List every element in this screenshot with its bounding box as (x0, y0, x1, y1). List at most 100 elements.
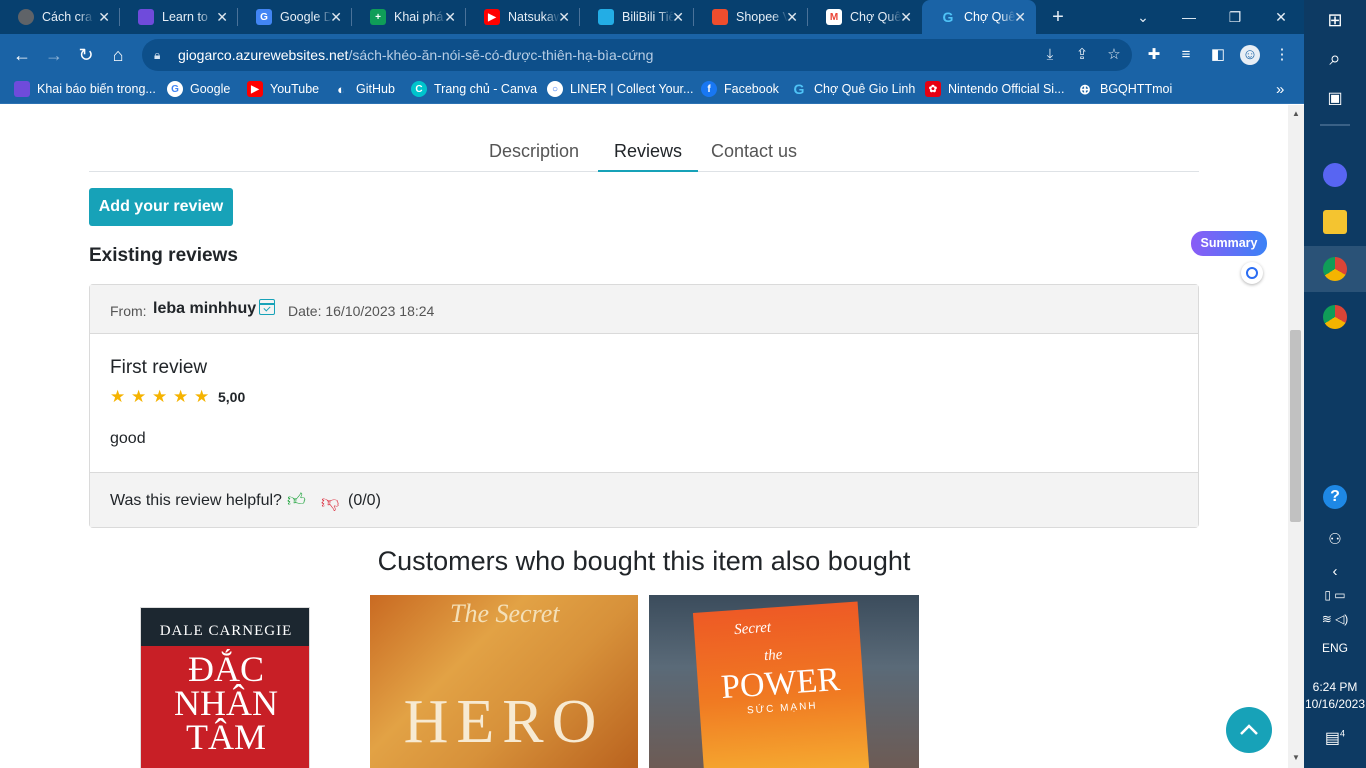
address-bar[interactable]: 🔒︎ giogarco.azurewebsites.net/sách-khéo-… (142, 39, 1132, 71)
book-cover-power[interactable]: Secret the POWER SỨC MẠNH (649, 595, 919, 768)
browser-tab[interactable]: G Google Dịch ✕ (238, 0, 352, 34)
menu-icon[interactable]: ⋮ (1272, 45, 1292, 65)
shopee-icon (712, 9, 728, 25)
page-scrollbar[interactable]: ▲ ▼ (1288, 105, 1304, 768)
scroll-thumb[interactable] (1290, 330, 1301, 522)
bookmark-item[interactable]: Khai báo biến trong... (14, 81, 156, 97)
profile-avatar[interactable]: ☺ (1240, 45, 1260, 65)
bookmark-item[interactable]: f Facebook (701, 81, 779, 97)
bookmark-item[interactable]: C Trang chủ - Canva (411, 81, 537, 97)
browser-tab[interactable]: + Khai phá ✕ (352, 0, 466, 34)
browser-tab[interactable]: Shopee Việt ✕ (694, 0, 808, 34)
system-tray-icons[interactable]: ▯ ▭ (1304, 588, 1366, 602)
calendar-icon (259, 299, 275, 315)
summary-badge[interactable]: Summary (1191, 231, 1267, 256)
windows-start-icon[interactable]: ⊞ (1304, 10, 1366, 31)
forward-icon[interactable]: → (41, 42, 67, 68)
scroll-to-top-button[interactable] (1226, 707, 1272, 753)
book-cover-hero[interactable]: The Secret HERO (370, 595, 638, 768)
also-bought-heading: Customers who bought this item also boug… (377, 546, 911, 576)
browser-tab[interactable]: M Chợ Quê ✕ (808, 0, 922, 34)
tab-contact-us[interactable]: Contact us (695, 131, 813, 172)
share-icon[interactable]: ⇪ (1072, 45, 1092, 65)
book-cover-dac-nhan-tam[interactable]: DALE CARNEGIE ĐẮC NHÂN TÂM (140, 607, 310, 768)
more-bookmarks-icon[interactable]: » (1276, 81, 1284, 98)
book-front: Secret the POWER SỨC MẠNH (692, 601, 871, 768)
notification-count: 4 (1340, 728, 1346, 739)
close-icon[interactable]: ✕ (558, 9, 570, 26)
language-indicator[interactable]: ENG (1304, 641, 1366, 655)
browser-tab[interactable]: Learn to ✕ (120, 0, 238, 34)
bookmark-item[interactable]: ◐ GitHub (333, 81, 395, 97)
bookmark-item[interactable]: ✿ Nintendo Official Si... (925, 81, 1065, 97)
browser-tab[interactable]: Cách cra ✕ (0, 0, 120, 34)
file-explorer-icon[interactable] (1323, 210, 1347, 234)
install-icon[interactable]: ⤓ (1040, 45, 1060, 65)
clock-date[interactable]: 10/16/2023 (1304, 697, 1366, 711)
browser-tab[interactable]: BiliBili Tiếng ✕ (580, 0, 694, 34)
review-author[interactable]: leba minhhuy (153, 300, 256, 318)
scroll-down-icon[interactable]: ▼ (1292, 753, 1300, 762)
clock-time[interactable]: 6:24 PM (1304, 680, 1366, 694)
media-control-icon[interactable]: ≡ (1176, 45, 1196, 65)
review-date: Date: 16/10/2023 18:24 (288, 303, 435, 319)
url-text[interactable]: giogarco.azurewebsites.net/sách-khéo-ăn-… (178, 47, 653, 63)
chrome-profile-icon[interactable] (1323, 305, 1347, 329)
chrome-icon[interactable] (1323, 257, 1347, 281)
bookmarks-bar: Khai báo biến trong... G Google ▶ YouTube … (0, 76, 1304, 104)
browser-tab-active[interactable]: G Chợ Quê ✕ (922, 0, 1036, 34)
book-cover-red: ĐẮC NHÂN TÂM (141, 646, 309, 768)
scroll-up-icon[interactable]: ▲ (1292, 109, 1300, 118)
back-icon[interactable]: ← (9, 42, 35, 68)
new-tab-button[interactable]: + (1046, 5, 1070, 29)
side-panel-icon[interactable]: ◧ (1208, 45, 1228, 65)
extensions-icon[interactable]: ✚ (1144, 45, 1164, 65)
people-icon[interactable]: ⚇ (1304, 530, 1366, 548)
minimize-button[interactable]: — (1166, 0, 1212, 34)
site-g-icon: G (942, 9, 954, 25)
from-label: From: (110, 303, 147, 319)
reload-icon[interactable]: ↻ (73, 42, 99, 68)
task-view-icon[interactable]: ▣ (1304, 88, 1366, 108)
home-icon[interactable]: ⌂ (105, 42, 131, 68)
gmail-icon: M (826, 9, 842, 25)
close-icon[interactable]: ✕ (98, 9, 110, 26)
browser-tab[interactable]: ▶ Natsukawa ✕ (466, 0, 580, 34)
notifications-icon[interactable]: ▤4 (1304, 728, 1366, 748)
close-icon[interactable]: ✕ (330, 9, 342, 26)
thumbs-up-icon[interactable]: 👍︎ (287, 489, 306, 511)
close-icon[interactable]: ✕ (672, 9, 684, 26)
close-icon[interactable]: ✕ (444, 9, 456, 26)
tab-search-icon[interactable]: ⌄ (1120, 0, 1166, 34)
liner-icon[interactable] (1241, 262, 1263, 284)
liner-icon: ○ (547, 81, 563, 97)
close-icon[interactable]: ✕ (216, 9, 228, 26)
close-icon[interactable]: ✕ (1014, 9, 1026, 26)
bookmark-item[interactable]: G Chợ Quê Gio Linh (791, 81, 916, 97)
bookmark-item[interactable]: G Google (167, 81, 230, 97)
bookmark-item[interactable]: ○ LINER | Collect Your... (547, 81, 693, 97)
bookmark-star-icon[interactable]: ☆ (1104, 45, 1124, 65)
restore-button[interactable]: ❐ (1212, 0, 1258, 34)
add-review-button[interactable]: Add your review (89, 188, 233, 226)
app-icon (138, 9, 154, 25)
thumbs-down-icon[interactable]: 👎︎ (321, 491, 339, 513)
close-icon[interactable]: ✕ (786, 9, 798, 26)
network-volume-icons[interactable]: ≋ ◁) (1304, 612, 1366, 626)
star-icon: ★ (152, 387, 168, 406)
bookmark-item[interactable]: ⊕ BGQHTTmoi (1077, 81, 1172, 97)
lock-icon[interactable]: 🔒︎ (154, 48, 170, 63)
bookmark-item[interactable]: ▶ YouTube (247, 81, 319, 97)
tab-reviews[interactable]: Reviews (598, 131, 699, 172)
tab-title: Khai phá (394, 10, 444, 24)
close-window-button[interactable]: ✕ (1258, 0, 1304, 34)
review-footer: Was this review helpful? 👍︎ 👎︎ (0/0) (90, 472, 1198, 527)
chevron-left-icon[interactable]: ‹ (1304, 563, 1366, 580)
help-icon[interactable]: ? (1323, 485, 1347, 509)
close-icon[interactable]: ✕ (900, 9, 912, 26)
globe-icon: ⊕ (1079, 80, 1091, 97)
discord-icon[interactable] (1323, 163, 1347, 187)
tab-description[interactable]: Description (473, 131, 595, 172)
book-series: Secret (733, 619, 772, 639)
search-icon[interactable]: ⌕ (1304, 48, 1366, 71)
